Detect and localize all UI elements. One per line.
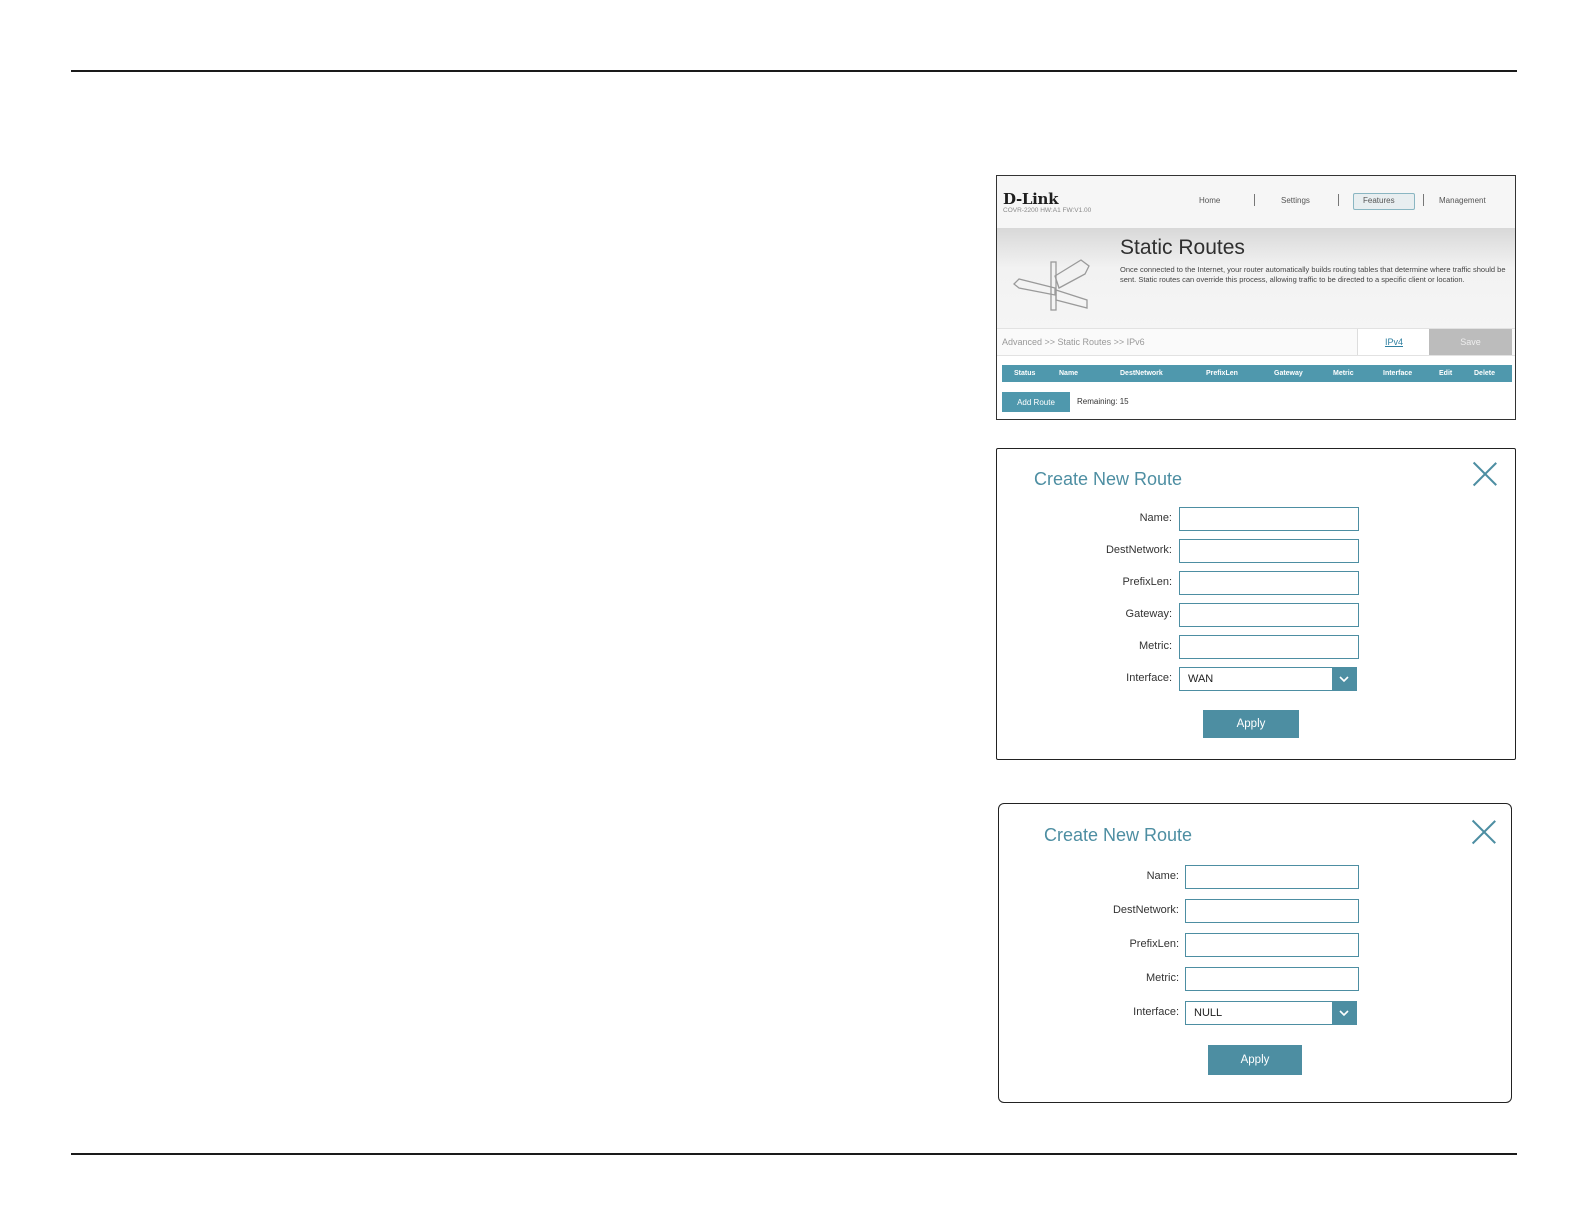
col-metric: Metric (1333, 370, 1354, 377)
apply-button[interactable]: Apply (1203, 710, 1299, 738)
metric-label: Metric: (1139, 640, 1172, 652)
save-button[interactable]: Save (1429, 329, 1512, 355)
prefixlen-input[interactable] (1179, 571, 1359, 595)
remaining-count: Remaining: 15 (1077, 397, 1129, 406)
prefixlen-label: PrefixLen: (1129, 938, 1179, 950)
nav-separator (1423, 194, 1424, 206)
create-route-dialog-null: Create New Route Name: DestNetwork: Pref… (998, 803, 1512, 1103)
nav-home[interactable]: Home (1199, 196, 1220, 205)
breadcrumb: Advanced >> Static Routes >> IPv6 (1002, 337, 1145, 347)
add-route-button[interactable]: Add Route (1002, 392, 1070, 412)
name-input[interactable] (1185, 865, 1359, 889)
name-label: Name: (1139, 512, 1172, 524)
dialog-title: Create New Route (1034, 469, 1183, 489)
dlink-logo: D-Link (1003, 190, 1059, 208)
name-input[interactable] (1179, 507, 1359, 531)
routes-table-header: Status Name DestNetwork PrefixLen Gatewa… (1002, 365, 1512, 382)
prefixlen-label: PrefixLen: (1122, 576, 1172, 588)
metric-input[interactable] (1185, 967, 1359, 991)
breadcrumb-bar: Advanced >> Static Routes >> IPv6 IPv4 S… (997, 328, 1515, 356)
name-label: Name: (1146, 870, 1179, 882)
col-gateway: Gateway (1274, 370, 1303, 377)
dialog-title: Create New Route (1044, 825, 1193, 845)
metric-input[interactable] (1179, 635, 1359, 659)
chevron-down-icon[interactable] (1332, 668, 1356, 690)
create-route-dialog-wan: Create New Route Name: DestNetwork: Pref… (996, 448, 1516, 760)
nav-separator (1254, 194, 1255, 206)
interface-label: Interface: (1133, 1006, 1179, 1018)
col-edit: Edit (1439, 370, 1453, 377)
chevron-down-icon[interactable] (1332, 1002, 1356, 1024)
destnetwork-label: DestNetwork: (1105, 544, 1172, 556)
ipv4-link[interactable]: IPv4 (1357, 329, 1430, 355)
interface-value: NULL (1194, 1007, 1223, 1019)
nav-management[interactable]: Management (1439, 196, 1486, 205)
page-description: Once connected to the Internet, your rou… (1120, 265, 1506, 284)
gateway-label: Gateway: (1125, 608, 1172, 620)
interface-value: WAN (1188, 673, 1214, 685)
destnetwork-input[interactable] (1179, 539, 1359, 563)
col-delete: Delete (1474, 370, 1496, 377)
model-info: COVR-2200 HW:A1 FW:V1.00 (1003, 207, 1092, 214)
static-routes-panel: D-Link COVR-2200 HW:A1 FW:V1.00 Home Set… (996, 175, 1516, 420)
col-interface: Interface (1383, 370, 1413, 377)
metric-label: Metric: (1146, 972, 1179, 984)
interface-select[interactable]: NULL (1185, 1001, 1357, 1025)
gateway-input[interactable] (1179, 603, 1359, 627)
apply-button[interactable]: Apply (1208, 1045, 1302, 1075)
nav-settings[interactable]: Settings (1281, 196, 1310, 205)
col-name: Name (1059, 370, 1079, 377)
interface-select[interactable]: WAN (1179, 667, 1357, 691)
page-title: Static Routes (1120, 236, 1245, 259)
prefixlen-input[interactable] (1185, 933, 1359, 957)
app-header: D-Link COVR-2200 HW:A1 FW:V1.00 Home Set… (997, 176, 1515, 228)
col-prefixlen: PrefixLen (1206, 370, 1238, 377)
bottom-rule (71, 1153, 1517, 1155)
interface-label: Interface: (1126, 672, 1172, 684)
top-rule (71, 70, 1517, 72)
nav-separator (1338, 194, 1339, 206)
nav-features[interactable]: Features (1363, 196, 1395, 205)
col-status: Status (1014, 370, 1036, 377)
signpost-icon (1013, 259, 1090, 311)
col-destnetwork: DestNetwork (1120, 370, 1163, 377)
destnetwork-label: DestNetwork: (1112, 904, 1179, 916)
close-icon[interactable] (1472, 461, 1498, 487)
close-icon[interactable] (1471, 819, 1497, 845)
destnetwork-input[interactable] (1185, 899, 1359, 923)
